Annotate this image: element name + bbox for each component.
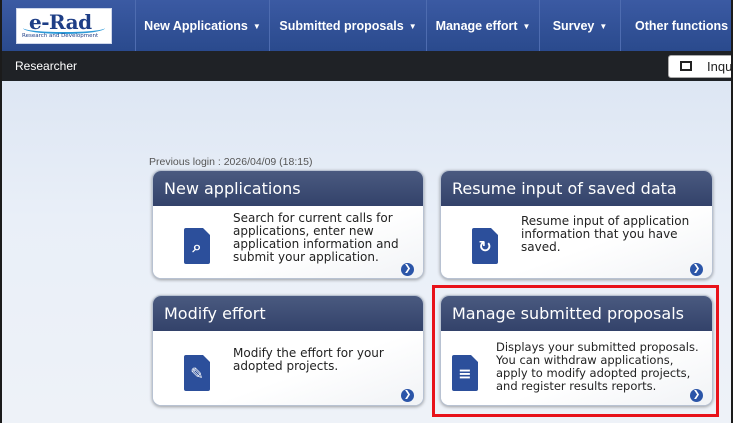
arrow-right-icon[interactable]: ❯ (401, 389, 414, 402)
nav-label: New Applications (144, 18, 248, 33)
card-title: Resume input of saved data (441, 171, 712, 206)
caret-down-icon: ▼ (252, 22, 261, 31)
highlight-box (432, 285, 719, 417)
card-title: New applications (153, 171, 423, 206)
caret-down-icon: ▼ (599, 22, 608, 31)
nav-survey[interactable]: Survey ▼ (539, 0, 620, 51)
nav-submitted-proposals[interactable]: Submitted proposals ▼ (269, 0, 426, 51)
nav-other-functions[interactable]: Other functions▼ (620, 0, 731, 51)
caret-down-icon: ▼ (408, 22, 417, 31)
logo-subtitle: Research and Development (22, 33, 99, 39)
nav-manage-effort[interactable]: Manage effort ▼ (426, 0, 539, 51)
inquiry-button[interactable]: Inqu (668, 55, 733, 78)
card-modify-effort[interactable]: Modify effort ✎ Modify the effort for yo… (152, 295, 424, 406)
previous-login-text: Previous login : 2026/04/09 (18:15) (149, 156, 313, 168)
card-description: Modify the effort for your adopted proje… (233, 346, 384, 373)
erad-logo[interactable]: e-Rad Research and Development (16, 8, 112, 44)
app-window: e-Rad Research and Development New Appli… (0, 0, 733, 423)
card-description: Resume input of application information … (521, 214, 690, 254)
card-new-applications[interactable]: New applications ⌕ Search for current ca… (152, 170, 424, 279)
arrow-right-icon[interactable]: ❯ (401, 263, 414, 276)
top-navigation-bar: e-Rad Research and Development New Appli… (2, 0, 731, 51)
card-resume-saved-data[interactable]: Resume input of saved data ↻ Resume inpu… (440, 170, 713, 279)
card-title: Modify effort (153, 296, 423, 331)
arrow-right-icon[interactable]: ❯ (690, 263, 703, 276)
role-label: Researcher (15, 59, 78, 73)
inquiry-label: Inqu (707, 59, 733, 74)
card-description: Search for current calls for application… (233, 211, 399, 264)
nav-label: Submitted proposals (279, 18, 404, 33)
nav-label: Manage effort (435, 18, 518, 33)
search-document-icon: ⌕ (184, 228, 210, 264)
nav-label: Survey (552, 18, 595, 33)
nav-new-applications[interactable]: New Applications ▼ (135, 0, 269, 51)
role-bar: Researcher Inqu (2, 51, 733, 81)
window-icon (680, 61, 692, 71)
nav-label: Other functions (635, 18, 729, 33)
card-body: ↻ Resume input of application informatio… (441, 206, 712, 278)
card-body: ✎ Modify the effort for your adopted pro… (153, 331, 423, 405)
card-body: ⌕ Search for current calls for applicati… (153, 206, 423, 278)
edit-document-icon: ✎ (184, 355, 210, 391)
caret-down-icon: ▼ (522, 22, 531, 31)
resume-document-icon: ↻ (472, 228, 498, 264)
logo-text: e-Rad (29, 10, 92, 34)
